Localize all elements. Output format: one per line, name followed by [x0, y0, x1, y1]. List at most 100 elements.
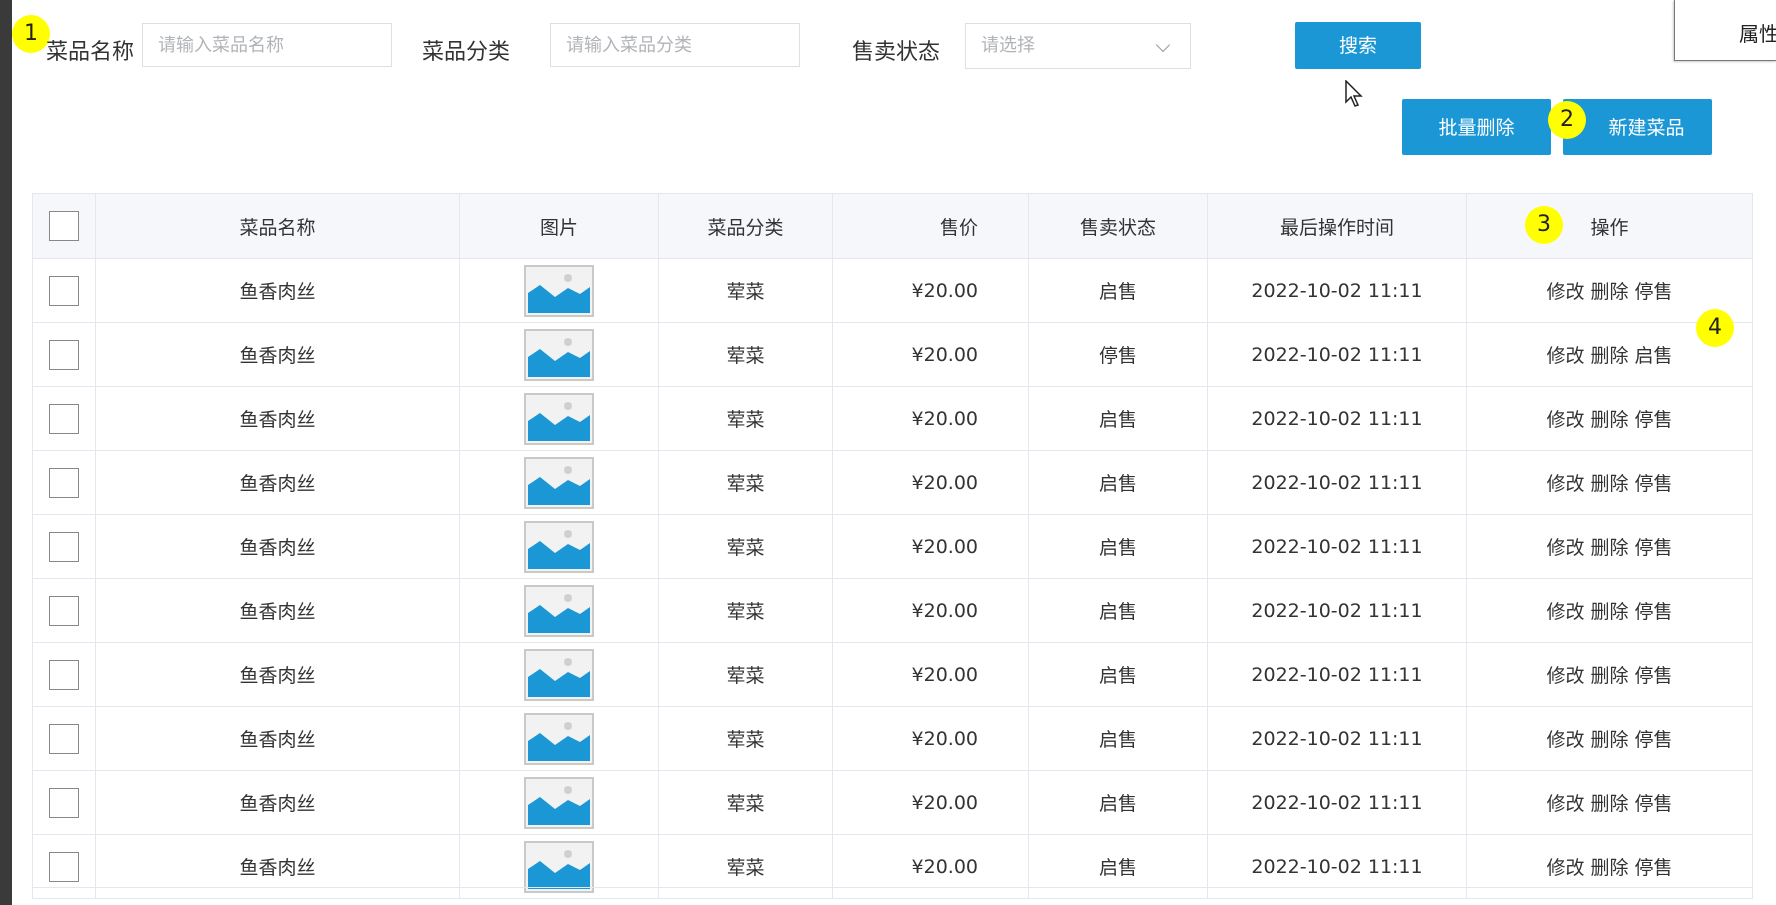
toggle-sale-link[interactable]: 停售: [1635, 281, 1673, 303]
row-checkbox[interactable]: [49, 723, 79, 754]
row-checkbox[interactable]: [49, 787, 79, 818]
dish-price-cell: ¥20.00: [832, 834, 1029, 899]
dish-category-cell: 荤菜: [658, 386, 833, 451]
properties-panel[interactable]: 属性: [1674, 0, 1776, 61]
dish-name-cell: 鱼香肉丝: [95, 258, 460, 323]
toggle-sale-link[interactable]: 停售: [1635, 409, 1673, 431]
batch-delete-button[interactable]: 批量删除: [1402, 99, 1551, 155]
delete-link[interactable]: 删除: [1590, 345, 1628, 367]
row-checkbox[interactable]: [49, 851, 79, 882]
search-button[interactable]: 搜索: [1295, 22, 1421, 69]
row-checkbox[interactable]: [49, 531, 79, 562]
header-actions: 操作 3: [1466, 193, 1753, 259]
toggle-sale-link[interactable]: 停售: [1635, 729, 1673, 751]
header-last-op-time: 最后操作时间: [1207, 193, 1467, 259]
toggle-sale-link[interactable]: 停售: [1635, 537, 1673, 559]
row-select-cell: [32, 450, 96, 515]
row-checkbox[interactable]: [49, 403, 79, 434]
dish-management-page: 1 菜品名称 菜品分类 售卖状态 请选择 搜索 批量删除 新建菜品 2 属性: [12, 0, 1776, 905]
last-op-time-cell: 2022-10-02 11:11: [1207, 258, 1467, 323]
dish-price-cell: ¥20.00: [832, 386, 1029, 451]
left-window-edge: [0, 0, 12, 905]
row-checkbox[interactable]: [49, 659, 79, 690]
dish-price-cell: ¥20.00: [832, 706, 1029, 771]
delete-link[interactable]: 删除: [1590, 729, 1628, 751]
delete-link[interactable]: 删除: [1590, 537, 1628, 559]
edit-link[interactable]: 修改: [1546, 793, 1584, 815]
dish-name-cell: 鱼香肉丝: [95, 706, 460, 771]
edit-link[interactable]: 修改: [1546, 537, 1584, 559]
image-placeholder-icon: [524, 392, 594, 445]
dish-status-cell: 停售: [1028, 322, 1208, 387]
image-placeholder-icon: [524, 648, 594, 701]
delete-link[interactable]: 删除: [1590, 857, 1628, 879]
row-checkbox[interactable]: [49, 595, 79, 626]
delete-link[interactable]: 删除: [1590, 601, 1628, 623]
toggle-sale-link[interactable]: 停售: [1635, 601, 1673, 623]
table-row: 鱼香肉丝 荤菜 ¥20.00 启售 2022-10-02 11:11 修改 删除 停售: [32, 258, 1753, 323]
last-op-time-cell: 2022-10-02 11:11: [1207, 578, 1467, 643]
dish-name-cell: 鱼香肉丝: [95, 450, 460, 515]
dish-image-cell: [459, 514, 659, 579]
row-checkbox[interactable]: [49, 339, 79, 370]
chevron-down-icon: [1155, 37, 1171, 53]
header-image: 图片: [459, 193, 659, 259]
sale-status-label: 售卖状态: [852, 40, 941, 65]
select-all-cell: [32, 193, 96, 259]
edit-link[interactable]: 修改: [1546, 857, 1584, 879]
dish-price-cell: ¥20.00: [832, 322, 1029, 387]
sale-status-select[interactable]: 请选择: [965, 23, 1191, 69]
toggle-sale-link[interactable]: 停售: [1635, 793, 1673, 815]
dish-status-cell: 启售: [1028, 258, 1208, 323]
dish-category-cell: 荤菜: [658, 706, 833, 771]
header-price: 售价: [832, 193, 1029, 259]
edit-link[interactable]: 修改: [1546, 601, 1584, 623]
toggle-sale-link[interactable]: 停售: [1635, 857, 1673, 879]
actions-cell: 修改 删除 停售: [1466, 450, 1753, 515]
row-checkbox[interactable]: [49, 467, 79, 498]
actions-cell: 修改 删除 停售: [1466, 706, 1753, 771]
dish-category-label: 菜品分类: [422, 40, 511, 65]
toggle-sale-link[interactable]: 启售: [1635, 345, 1673, 367]
dish-price-cell: ¥20.00: [832, 258, 1029, 323]
table-row: 鱼香肉丝 荤菜 ¥20.00 启售 2022-10-02 11:11 修改 删除 停售: [32, 706, 1753, 771]
edit-link[interactable]: 修改: [1546, 409, 1584, 431]
edit-link[interactable]: 修改: [1546, 281, 1584, 303]
annotation-marker-3: 3: [1525, 206, 1563, 244]
dish-price-cell: ¥20.00: [832, 578, 1029, 643]
row-checkbox[interactable]: [49, 275, 79, 306]
dish-category-cell: 荤菜: [658, 258, 833, 323]
delete-link[interactable]: 删除: [1590, 473, 1628, 495]
select-all-checkbox[interactable]: [49, 211, 79, 241]
table-row: 鱼香肉丝 荤菜 ¥20.00 启售 2022-10-02 11:11 修改 删除 停售: [32, 770, 1753, 835]
toggle-sale-link[interactable]: 停售: [1635, 665, 1673, 687]
delete-link[interactable]: 删除: [1590, 665, 1628, 687]
table-row: 鱼香肉丝 荤菜 ¥20.00 启售 2022-10-02 11:11 修改 删除 停售: [32, 450, 1753, 515]
edit-link[interactable]: 修改: [1546, 345, 1584, 367]
row-select-cell: [32, 834, 96, 899]
table-bottom-border: [32, 887, 1752, 888]
delete-link[interactable]: 删除: [1590, 409, 1628, 431]
delete-link[interactable]: 删除: [1590, 281, 1628, 303]
table-row: 鱼香肉丝 荤菜 ¥20.00 停售 2022-10-02 11:11 修改 删除 启售: [32, 322, 1753, 387]
image-placeholder-icon: [524, 584, 594, 637]
dish-image-cell: [459, 578, 659, 643]
new-dish-button[interactable]: 新建菜品: [1563, 99, 1712, 155]
row-select-cell: [32, 770, 96, 835]
edit-link[interactable]: 修改: [1546, 473, 1584, 495]
toggle-sale-link[interactable]: 停售: [1635, 473, 1673, 495]
dish-status-cell: 启售: [1028, 578, 1208, 643]
row-select-cell: [32, 322, 96, 387]
dish-name-input[interactable]: [142, 23, 392, 67]
dish-status-cell: 启售: [1028, 834, 1208, 899]
image-placeholder-icon: [524, 456, 594, 509]
dish-status-cell: 启售: [1028, 386, 1208, 451]
dish-price-cell: ¥20.00: [832, 770, 1029, 835]
dish-table-container: 菜品名称 图片 菜品分类 售价 售卖状态 最后操作时间 操作 3 鱼香肉丝 荤菜 ¥…: [32, 193, 1753, 899]
dish-category-input[interactable]: [550, 23, 800, 67]
dish-status-cell: 启售: [1028, 514, 1208, 579]
delete-link[interactable]: 删除: [1590, 793, 1628, 815]
edit-link[interactable]: 修改: [1546, 729, 1584, 751]
edit-link[interactable]: 修改: [1546, 665, 1584, 687]
actions-cell: 修改 删除 停售: [1466, 578, 1753, 643]
